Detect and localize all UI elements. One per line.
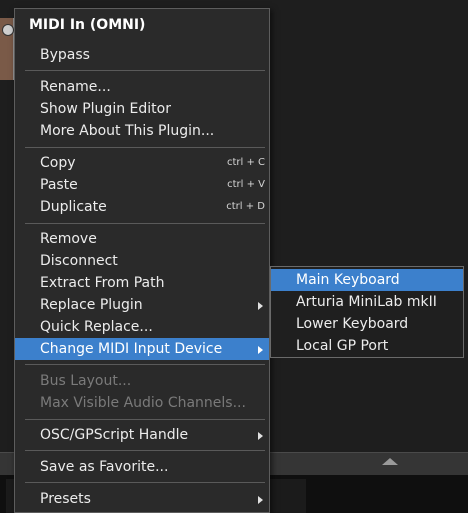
menu-separator xyxy=(25,223,265,224)
shortcut-label: ctrl + D xyxy=(226,201,265,212)
menu-item-paste[interactable]: Paste ctrl + V xyxy=(15,174,269,196)
menu-item-label: Save as Favorite... xyxy=(40,459,169,475)
collapse-up-arrow-icon[interactable] xyxy=(382,458,398,465)
menu-item-label: Bypass xyxy=(40,47,90,63)
menu-separator xyxy=(25,364,265,365)
midi-in-plugin-block[interactable] xyxy=(0,18,14,80)
menu-item-replace-plugin[interactable]: Replace Plugin xyxy=(15,294,269,316)
menu-item-label: OSC/GPScript Handle xyxy=(40,427,189,443)
menu-item-label: Presets xyxy=(40,491,91,507)
shortcut-label: ctrl + V xyxy=(227,179,265,190)
menu-item-label: Extract From Path xyxy=(40,275,165,291)
menu-separator xyxy=(25,482,265,483)
menu-item-quick-replace[interactable]: Quick Replace... xyxy=(15,316,269,338)
menu-separator xyxy=(25,450,265,451)
menu-item-extract-from-path[interactable]: Extract From Path xyxy=(15,272,269,294)
submenu-item-label: Local GP Port xyxy=(296,338,389,354)
menu-item-bypass[interactable]: Bypass xyxy=(15,44,269,66)
menu-item-label: Change MIDI Input Device xyxy=(40,341,223,357)
submenu-item-local-gp-port[interactable]: Local GP Port xyxy=(271,335,463,357)
menu-item-label: Paste xyxy=(40,177,78,193)
submenu-item-label: Main Keyboard xyxy=(296,272,400,288)
submenu-item-label: Lower Keyboard xyxy=(296,316,409,332)
submenu-item-main-keyboard[interactable]: Main Keyboard xyxy=(271,269,463,291)
menu-item-label: Quick Replace... xyxy=(40,319,153,335)
menu-item-presets[interactable]: Presets xyxy=(15,488,269,510)
menu-item-max-visible-audio-channels: Max Visible Audio Channels... xyxy=(15,392,269,414)
menu-item-label: Disconnect xyxy=(40,253,118,269)
menu-item-label: Replace Plugin xyxy=(40,297,143,313)
submenu-item-lower-keyboard[interactable]: Lower Keyboard xyxy=(271,313,463,335)
menu-separator xyxy=(25,147,265,148)
submenu-arrow-icon xyxy=(258,346,263,354)
menu-item-label: Max Visible Audio Channels... xyxy=(40,395,246,411)
menu-item-label: Show Plugin Editor xyxy=(40,101,171,117)
plugin-pin-icon xyxy=(2,24,14,36)
midi-input-device-submenu: Main Keyboard Arturia MiniLab mkII Lower… xyxy=(270,266,464,358)
menu-item-osc-gpscript-handle[interactable]: OSC/GPScript Handle xyxy=(15,424,269,446)
menu-item-bus-layout: Bus Layout... xyxy=(15,370,269,392)
menu-item-label: Remove xyxy=(40,231,97,247)
menu-item-show-plugin-editor[interactable]: Show Plugin Editor xyxy=(15,98,269,120)
menu-item-label: Duplicate xyxy=(40,199,107,215)
submenu-arrow-icon xyxy=(258,302,263,310)
menu-separator xyxy=(25,70,265,71)
menu-item-label: Rename... xyxy=(40,79,111,95)
menu-item-copy[interactable]: Copy ctrl + C xyxy=(15,152,269,174)
submenu-item-label: Arturia MiniLab mkII xyxy=(296,294,437,310)
menu-item-label: Copy xyxy=(40,155,76,171)
submenu-item-arturia-minilab[interactable]: Arturia MiniLab mkII xyxy=(271,291,463,313)
menu-separator xyxy=(25,419,265,420)
submenu-arrow-icon xyxy=(258,496,263,504)
shortcut-label: ctrl + C xyxy=(226,157,265,168)
menu-item-more-about-plugin[interactable]: More About This Plugin... xyxy=(15,120,269,142)
plugin-context-menu: MIDI In (OMNI) Bypass Rename... Show Plu… xyxy=(14,8,270,513)
menu-item-save-as-favorite[interactable]: Save as Favorite... xyxy=(15,456,269,478)
submenu-arrow-icon xyxy=(258,432,263,440)
menu-header: MIDI In (OMNI) xyxy=(29,17,146,33)
menu-item-remove[interactable]: Remove xyxy=(15,228,269,250)
menu-item-rename[interactable]: Rename... xyxy=(15,76,269,98)
menu-item-disconnect[interactable]: Disconnect xyxy=(15,250,269,272)
menu-item-label: Bus Layout... xyxy=(40,373,132,389)
menu-item-change-midi-input-device[interactable]: Change MIDI Input Device xyxy=(15,338,269,360)
menu-item-duplicate[interactable]: Duplicate ctrl + D xyxy=(15,196,269,218)
menu-item-label: More About This Plugin... xyxy=(40,123,215,139)
